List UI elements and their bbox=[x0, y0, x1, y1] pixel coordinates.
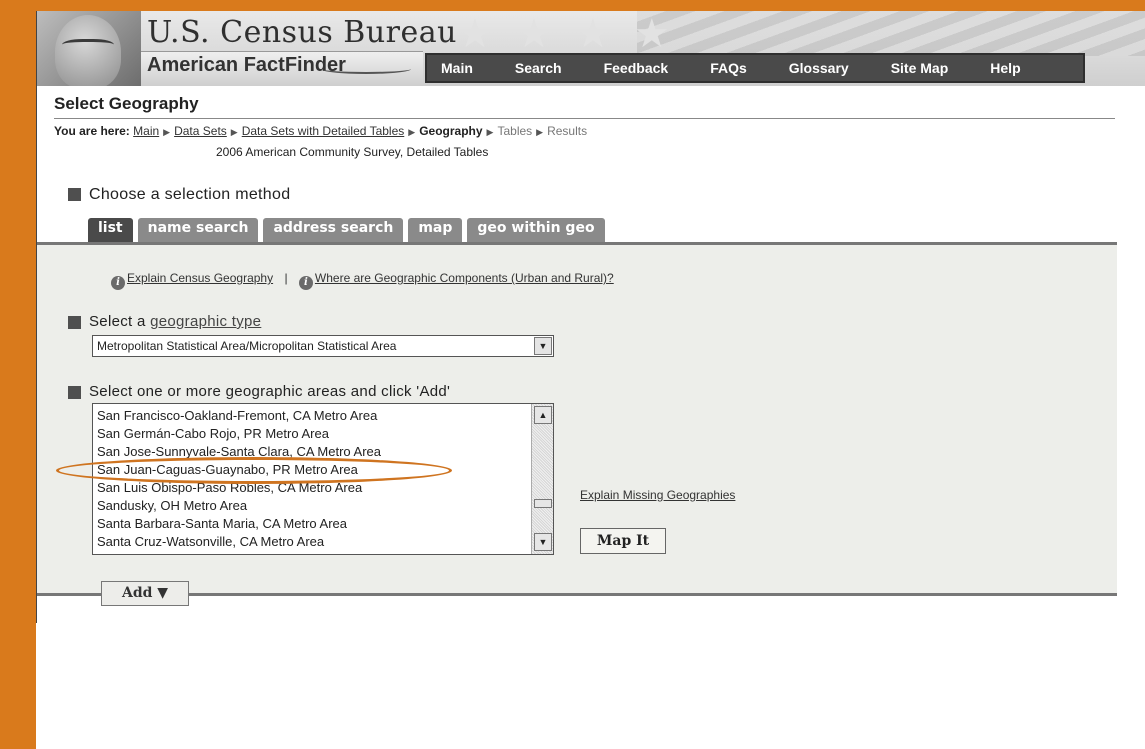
info-icon: i bbox=[111, 276, 125, 290]
selection-panel: i Explain Census Geography | i Where are G… bbox=[37, 245, 1117, 595]
geo-type-label: Select a geographic type bbox=[68, 313, 261, 330]
scroll-thumb[interactable] bbox=[534, 499, 552, 508]
main-nav: Main Search Feedback FAQs Glossary Site … bbox=[425, 53, 1085, 83]
factfinder-logo[interactable]: American FactFinder bbox=[141, 51, 423, 86]
stars-decoration: ★ ★ ★ ★ bbox=[457, 12, 676, 56]
areas-label: Select one or more geographic areas and … bbox=[68, 383, 450, 400]
geographic-areas-listbox[interactable]: San Francisco-Oakland-Fremont, CA Metro … bbox=[92, 403, 554, 555]
tab-geo-within-geo[interactable]: geo within geo bbox=[467, 218, 605, 242]
title-divider bbox=[54, 118, 1115, 119]
selection-tabs: list name search address search map geo … bbox=[88, 218, 605, 242]
explain-missing-geographies-link[interactable]: Explain Missing Geographies bbox=[580, 488, 735, 502]
breadcrumb-arrow-icon: ▶ bbox=[408, 127, 416, 137]
orange-frame-top bbox=[0, 0, 1145, 11]
list-item[interactable]: San Germán-Cabo Rojo, PR Metro Area bbox=[97, 425, 529, 443]
square-bullet-icon bbox=[68, 385, 81, 399]
list-item[interactable]: Sandusky, OH Metro Area bbox=[97, 497, 529, 515]
geographic-type-value: Metropolitan Statistical Area/Micropolit… bbox=[97, 339, 397, 353]
scroll-down-icon[interactable]: ▼ bbox=[534, 533, 552, 551]
factfinder-logo-text: American FactFinder bbox=[147, 54, 346, 76]
nav-site-map[interactable]: Site Map bbox=[870, 60, 970, 76]
page-title: Select Geography bbox=[54, 94, 199, 113]
list-item[interactable]: Santa Barbara-Santa Maria, CA Metro Area bbox=[97, 515, 529, 533]
scroll-up-icon[interactable]: ▲ bbox=[534, 406, 552, 424]
help-links: i Explain Census Geography | i Where are G… bbox=[111, 271, 614, 290]
nav-help[interactable]: Help bbox=[969, 60, 1041, 76]
geographic-type-select[interactable]: Metropolitan Statistical Area/Micropolit… bbox=[92, 335, 554, 357]
geographic-components-link[interactable]: Where are Geographic Components (Urban a… bbox=[315, 271, 614, 285]
selection-method-heading: Choose a selection method bbox=[68, 186, 290, 204]
dataset-subtitle: 2006 American Community Survey, Detailed… bbox=[216, 145, 489, 159]
add-button[interactable]: Add ▼ bbox=[101, 581, 189, 606]
breadcrumb-detailed-tables[interactable]: Data Sets with Detailed Tables bbox=[242, 124, 405, 138]
map-it-button[interactable]: Map It bbox=[580, 528, 666, 554]
breadcrumb-arrow-icon: ▶ bbox=[230, 127, 238, 137]
breadcrumb-arrow-icon: ▶ bbox=[536, 127, 544, 137]
nav-glossary[interactable]: Glossary bbox=[768, 60, 870, 76]
nav-feedback[interactable]: Feedback bbox=[583, 60, 690, 76]
list-item[interactable]: San Luis Obispo-Paso Robles, CA Metro Ar… bbox=[97, 479, 529, 497]
list-scrollbar[interactable]: ▲ ▼ bbox=[531, 404, 553, 554]
orange-frame-left bbox=[0, 0, 36, 749]
logo-swoosh-icon bbox=[321, 64, 411, 74]
flag-banner bbox=[637, 11, 1145, 56]
breadcrumb-main[interactable]: Main bbox=[133, 124, 159, 138]
explain-geography-link[interactable]: Explain Census Geography bbox=[127, 271, 273, 285]
portrait-photo bbox=[37, 11, 141, 86]
breadcrumb-geography: Geography bbox=[419, 124, 483, 138]
list-item[interactable]: San Juan-Caguas-Guaynabo, PR Metro Area bbox=[97, 461, 529, 479]
breadcrumb-results: Results bbox=[547, 124, 588, 138]
breadcrumb-data-sets[interactable]: Data Sets bbox=[174, 124, 227, 138]
bureau-title: U.S. Census Bureau bbox=[147, 15, 457, 50]
nav-main[interactable]: Main bbox=[427, 60, 494, 76]
breadcrumb-arrow-icon: ▶ bbox=[163, 127, 171, 137]
nav-search[interactable]: Search bbox=[494, 60, 583, 76]
list-item[interactable]: San Jose-Sunnyvale-Santa Clara, CA Metro… bbox=[97, 443, 529, 461]
geographic-type-link[interactable]: geographic type bbox=[150, 313, 261, 330]
nav-faqs[interactable]: FAQs bbox=[689, 60, 768, 76]
site-header: ★ ★ ★ ★ U.S. Census Bureau American Fact… bbox=[37, 11, 1145, 86]
breadcrumb-arrow-icon: ▶ bbox=[486, 127, 494, 137]
tab-address-search[interactable]: address search bbox=[263, 218, 404, 242]
panel-divider bbox=[37, 593, 1117, 596]
area-list: San Francisco-Oakland-Fremont, CA Metro … bbox=[97, 407, 529, 551]
tab-list[interactable]: list bbox=[88, 218, 133, 242]
list-item[interactable]: Santa Cruz-Watsonville, CA Metro Area bbox=[97, 533, 529, 551]
breadcrumb-label: You are here: bbox=[54, 124, 130, 138]
breadcrumb: You are here: Main ▶ Data Sets ▶ Data Sets w… bbox=[54, 124, 587, 138]
square-bullet-icon bbox=[68, 315, 81, 329]
list-item[interactable]: San Francisco-Oakland-Fremont, CA Metro … bbox=[97, 407, 529, 425]
square-bullet-icon bbox=[68, 188, 81, 202]
chevron-down-icon[interactable]: ▼ bbox=[534, 337, 552, 355]
breadcrumb-tables: Tables bbox=[497, 124, 533, 138]
tab-name-search[interactable]: name search bbox=[137, 218, 259, 242]
tab-map[interactable]: map bbox=[408, 218, 463, 242]
info-icon: i bbox=[298, 276, 313, 290]
